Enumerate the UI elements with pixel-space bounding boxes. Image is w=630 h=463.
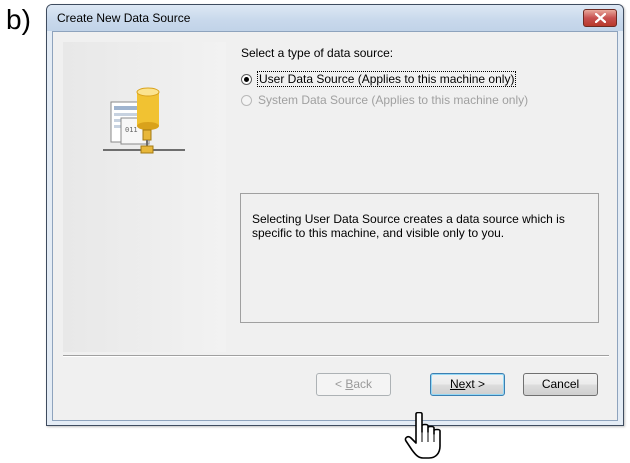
dialog-window: Create New Data Source 011 Select a type… (46, 4, 624, 426)
window-title: Create New Data Source (57, 11, 191, 25)
system-data-source-radio[interactable] (241, 94, 252, 106)
dialog-body: 011 Select a type of data source: User D… (52, 31, 618, 421)
user-data-source-label[interactable]: User Data Source (Applies to this machin… (256, 71, 517, 87)
back-button[interactable]: < Back (316, 373, 391, 396)
close-button[interactable] (583, 9, 617, 27)
description-text: Selecting User Data Source creates a dat… (252, 212, 565, 240)
svg-text:011: 011 (125, 126, 138, 134)
hand-pointer-icon (404, 412, 441, 459)
database-network-icon: 011 (103, 87, 185, 154)
system-data-source-option[interactable]: System Data Source (Applies to this mach… (241, 93, 528, 107)
data-source-type-prompt: Select a type of data source: (241, 46, 394, 60)
cancel-button[interactable]: Cancel (523, 373, 598, 396)
title-bar[interactable]: Create New Data Source (47, 5, 623, 31)
system-data-source-label[interactable]: System Data Source (Applies to this mach… (258, 93, 528, 107)
description-box: Selecting User Data Source creates a dat… (240, 193, 599, 323)
back-rest: ack (353, 377, 373, 391)
separator (63, 355, 609, 357)
figure-label: b) (6, 4, 31, 35)
next-rest: xt > (465, 377, 486, 391)
next-mnemonic: Ne (449, 377, 466, 391)
next-button[interactable]: Next > (430, 373, 505, 396)
user-data-source-option[interactable]: User Data Source (Applies to this machin… (241, 71, 517, 87)
user-data-source-radio[interactable] (241, 73, 252, 85)
wizard-side-panel: 011 (63, 42, 226, 352)
back-prefix: < (334, 377, 346, 391)
close-icon (595, 13, 606, 23)
